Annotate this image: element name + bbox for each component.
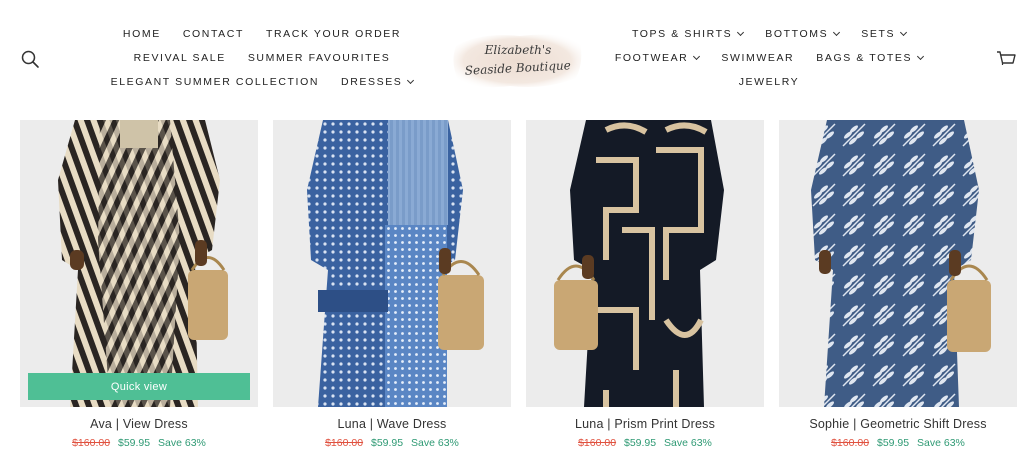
- price-original: $160.00: [72, 437, 111, 449]
- product-title[interactable]: Ava | View Dress: [20, 417, 258, 431]
- chevron-down-icon: [737, 28, 745, 37]
- nav-item-jewelry[interactable]: JEWELRY: [739, 76, 800, 88]
- price-sale: $59.95: [876, 437, 910, 449]
- boutique-logo[interactable]: Elizabeth's Seaside Boutique: [450, 28, 584, 92]
- nav-item-revival-sale[interactable]: REVIVAL SALE: [134, 52, 226, 64]
- product-image[interactable]: [779, 120, 1017, 407]
- product-image[interactable]: [273, 120, 511, 407]
- nav-item-track-order[interactable]: TRACK YOUR ORDER: [266, 28, 401, 40]
- product-title[interactable]: Luna | Prism Print Dress: [526, 417, 764, 431]
- product-image[interactable]: [526, 120, 764, 407]
- product-grid: Quick view Ava | View Dress $160.00 $59.…: [0, 120, 1024, 456]
- nav-item-sets[interactable]: SETS: [861, 28, 908, 40]
- product-title[interactable]: Luna | Wave Dress: [273, 417, 511, 431]
- nav-item-swimwear[interactable]: SWIMWEAR: [721, 52, 794, 64]
- chevron-down-icon: [407, 76, 415, 85]
- price-original: $160.00: [578, 437, 617, 449]
- chevron-down-icon: [917, 52, 925, 61]
- product-card[interactable]: Luna | Wave Dress $160.00 $59.95 Save 63…: [273, 120, 511, 449]
- nav-right-row-2: FOOTWEAR SWIMWEAR BAGS & TOTES: [598, 46, 940, 70]
- price-original: $160.00: [831, 437, 870, 449]
- site-header: HOME CONTACT TRACK YOUR ORDER REVIVAL SA…: [0, 0, 1024, 120]
- nav-item-elegant-summer[interactable]: ELEGANT SUMMER COLLECTION: [111, 76, 319, 88]
- save-badge: Save 63%: [917, 437, 965, 449]
- product-prices: $160.00 $59.95 Save 63%: [779, 437, 1017, 449]
- price-sale: $59.95: [623, 437, 657, 449]
- chevron-down-icon: [693, 52, 701, 61]
- logo-line-1: Elizabeth's: [484, 43, 552, 57]
- cart-icon[interactable]: [995, 48, 1017, 70]
- nav-item-bottoms[interactable]: BOTTOMS: [765, 28, 841, 40]
- product-image[interactable]: Quick view: [20, 120, 258, 407]
- product-title[interactable]: Sophie | Geometric Shift Dress: [779, 417, 1017, 431]
- search-icon[interactable]: [20, 49, 40, 69]
- product-card[interactable]: Quick view Ava | View Dress $160.00 $59.…: [20, 120, 258, 449]
- nav-item-bags-totes[interactable]: BAGS & TOTES: [816, 52, 925, 64]
- save-badge: Save 63%: [664, 437, 712, 449]
- nav-left-row-2: REVIVAL SALE SUMMER FAVOURITES: [96, 46, 428, 70]
- nav-left: HOME CONTACT TRACK YOUR ORDER REVIVAL SA…: [96, 22, 428, 94]
- price-sale: $59.95: [370, 437, 404, 449]
- product-card[interactable]: Luna | Prism Print Dress $160.00 $59.95 …: [526, 120, 764, 449]
- nav-item-summer-favourites[interactable]: SUMMER FAVOURITES: [248, 52, 391, 64]
- nav-right-row-1: TOPS & SHIRTS BOTTOMS SETS: [598, 22, 940, 46]
- nav-item-footwear[interactable]: FOOTWEAR: [615, 52, 701, 64]
- nav-left-row-3: ELEGANT SUMMER COLLECTION DRESSES: [96, 70, 428, 94]
- product-card[interactable]: Sophie | Geometric Shift Dress $160.00 $…: [779, 120, 1017, 449]
- quick-view-button[interactable]: Quick view: [28, 373, 250, 400]
- nav-item-tops-shirts[interactable]: TOPS & SHIRTS: [632, 28, 745, 40]
- nav-item-contact[interactable]: CONTACT: [183, 28, 244, 40]
- chevron-down-icon: [900, 28, 908, 37]
- price-sale: $59.95: [117, 437, 151, 449]
- product-prices: $160.00 $59.95 Save 63%: [20, 437, 258, 449]
- price-original: $160.00: [325, 437, 364, 449]
- save-badge: Save 63%: [411, 437, 459, 449]
- chevron-down-icon: [833, 28, 841, 37]
- nav-item-dresses[interactable]: DRESSES: [341, 76, 415, 88]
- save-badge: Save 63%: [158, 437, 206, 449]
- nav-item-home[interactable]: HOME: [123, 28, 161, 40]
- product-prices: $160.00 $59.95 Save 63%: [526, 437, 764, 449]
- nav-right: TOPS & SHIRTS BOTTOMS SETS FOOTWEAR SWIM…: [598, 22, 940, 94]
- nav-right-row-3: JEWELRY: [598, 70, 940, 94]
- nav-left-row-1: HOME CONTACT TRACK YOUR ORDER: [96, 22, 428, 46]
- product-prices: $160.00 $59.95 Save 63%: [273, 437, 511, 449]
